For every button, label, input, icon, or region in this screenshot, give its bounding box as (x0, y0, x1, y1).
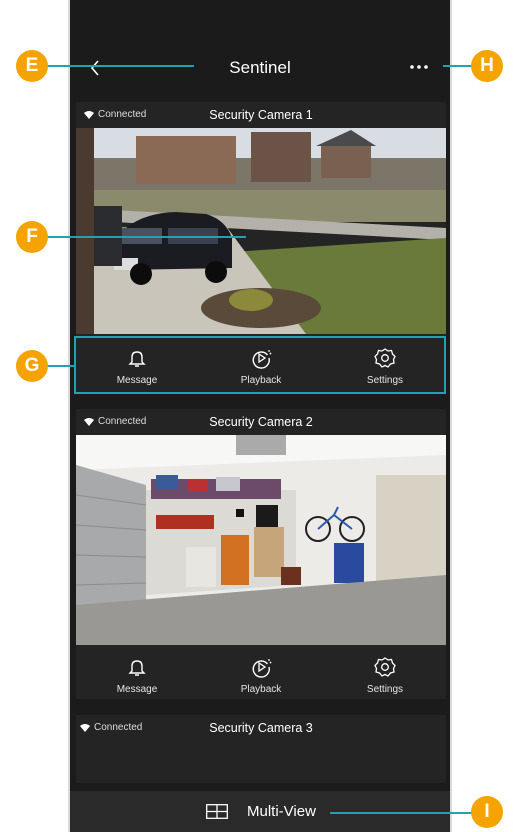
app-header: Sentinel (70, 40, 450, 96)
driveway-scene (76, 128, 446, 334)
camera-card: Connected Security Camera 3 (76, 715, 446, 783)
callout-line-h (443, 65, 473, 67)
camera-feed[interactable] (76, 435, 446, 645)
more-options-icon[interactable] (406, 54, 432, 80)
callout-line-e (46, 65, 194, 67)
camera-header: Connected Security Camera 1 (76, 102, 446, 128)
playback-button[interactable]: Playback (216, 647, 306, 703)
camera-name: Security Camera 3 (209, 721, 313, 735)
garage-scene (76, 435, 446, 645)
callout-f: F (16, 221, 48, 253)
camera-actions: Message Playback Settings (76, 647, 446, 703)
camera-card: Connected Security Camera 2 Message Play… (76, 409, 446, 699)
camera-feed[interactable] (76, 128, 446, 334)
message-label: Message (116, 684, 158, 695)
callout-g: G (16, 350, 48, 382)
app-title: Sentinel (229, 58, 291, 77)
callout-line-i (330, 812, 473, 814)
settings-label: Settings (366, 684, 404, 695)
camera-name: Security Camera 2 (209, 415, 313, 429)
callout-i: I (471, 796, 503, 828)
callout-h: H (471, 50, 503, 82)
camera-name: Security Camera 1 (209, 108, 313, 122)
actions-highlight (74, 336, 446, 394)
camera-header: Connected Security Camera 3 (76, 715, 446, 741)
callout-line-g (46, 365, 74, 367)
playback-label: Playback (240, 684, 282, 695)
bell-icon (128, 660, 146, 676)
phone-screen: Sentinel Connected Security Camera 1 Mes… (68, 0, 452, 832)
callout-line-f (46, 236, 246, 238)
gear-icon (374, 657, 396, 677)
playback-icon (252, 659, 272, 678)
grid-icon (206, 804, 228, 819)
callout-e: E (16, 50, 48, 82)
settings-button[interactable]: Settings (340, 647, 430, 703)
message-button[interactable]: Message (92, 647, 182, 703)
camera-header: Connected Security Camera 2 (76, 409, 446, 435)
multi-view-label: Multi-View (247, 803, 316, 820)
